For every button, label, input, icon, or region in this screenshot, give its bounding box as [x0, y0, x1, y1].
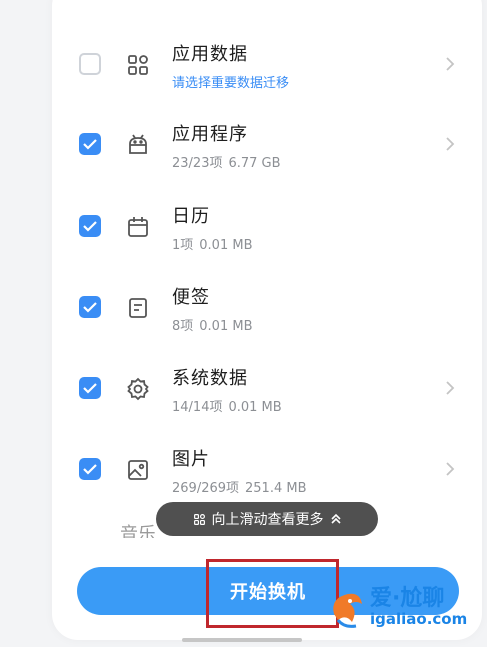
item-size: 0.01 MB — [228, 400, 282, 415]
scroll-hint-toast: 向上滑动查看更多 — [156, 502, 378, 536]
item-size: 0.01 MB — [199, 319, 253, 334]
highlight-annotation — [206, 559, 339, 628]
item-title: 便签 — [172, 287, 210, 308]
item-apps[interactable]: 应用程序 23/23项 6.77 GB — [52, 102, 482, 184]
image-icon — [126, 458, 150, 482]
home-indicator[interactable] — [182, 638, 302, 642]
apps-grid-icon — [126, 53, 150, 77]
item-subtitle: 269/269项 251.4 MB — [172, 477, 307, 496]
watermark-text: 爱·尬聊 — [370, 586, 445, 611]
item-count: 269/269项 — [172, 481, 240, 496]
checkbox-checked[interactable] — [79, 133, 101, 155]
checkbox-checked[interactable] — [79, 458, 101, 480]
item-system-data[interactable]: 系统数据 14/14项 0.01 MB — [52, 346, 482, 428]
item-size: 0.01 MB — [199, 238, 253, 253]
item-title: 日历 — [172, 206, 210, 227]
item-count: 14/14项 — [172, 400, 223, 415]
item-size: 6.77 GB — [228, 156, 281, 171]
gear-icon — [126, 377, 150, 401]
item-title-peek: 音乐 — [120, 524, 156, 538]
item-images[interactable]: 图片 269/269项 251.4 MB — [52, 427, 482, 509]
chevron-up-double-icon — [330, 513, 341, 524]
data-selection-card: 应用数据 请选择重要数据迁移 应用程序 23/23项 6.77 GB 日历 1项… — [52, 0, 482, 640]
item-size: 251.4 MB — [245, 481, 307, 496]
calendar-icon — [126, 215, 150, 239]
watermark-logo: 爱·尬聊 igaliao.com — [326, 580, 481, 634]
item-title: 应用数据 — [172, 44, 248, 65]
note-icon — [126, 296, 150, 320]
item-count: 8项 — [172, 319, 194, 334]
item-calendar[interactable]: 日历 1项 0.01 MB — [52, 184, 482, 266]
checkbox-checked[interactable] — [79, 215, 101, 237]
item-count: 1项 — [172, 238, 194, 253]
item-subtitle: 23/23项 6.77 GB — [172, 152, 281, 171]
chevron-right-icon — [446, 57, 455, 71]
item-subtitle-link[interactable]: 请选择重要数据迁移 — [172, 72, 289, 91]
item-subtitle: 1项 0.01 MB — [172, 234, 253, 253]
checkbox-checked[interactable] — [79, 377, 101, 399]
android-icon — [126, 133, 150, 157]
watermark-mascot-icon — [333, 593, 362, 628]
item-title: 应用程序 — [172, 124, 248, 145]
apps-grid-icon — [193, 513, 205, 525]
item-subtitle: 8项 0.01 MB — [172, 315, 253, 334]
item-app-data[interactable]: 应用数据 请选择重要数据迁移 — [52, 22, 482, 104]
chevron-right-icon — [446, 462, 455, 476]
chevron-right-icon — [446, 381, 455, 395]
chevron-right-icon — [446, 137, 455, 151]
item-notes[interactable]: 便签 8项 0.01 MB — [52, 265, 482, 347]
watermark-url: igaliao.com — [370, 610, 468, 628]
checkbox-unchecked[interactable] — [79, 53, 101, 75]
item-count: 23/23项 — [172, 156, 223, 171]
item-subtitle: 14/14项 0.01 MB — [172, 396, 282, 415]
checkbox-checked[interactable] — [79, 296, 101, 318]
item-title: 系统数据 — [172, 368, 248, 389]
scroll-hint-text: 向上滑动查看更多 — [211, 512, 324, 528]
item-title: 图片 — [172, 449, 210, 470]
